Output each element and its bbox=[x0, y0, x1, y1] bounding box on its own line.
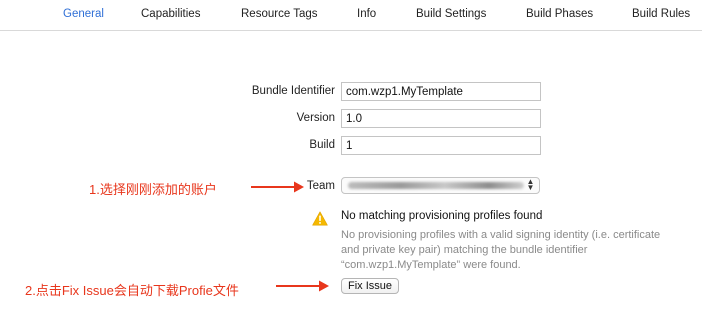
tab-build-rules[interactable]: Build Rules bbox=[632, 8, 690, 20]
version-label: Version bbox=[296, 112, 335, 124]
warning-triangle-icon bbox=[312, 211, 328, 226]
tab-bar: General Capabilities Resource Tags Info … bbox=[0, 0, 702, 31]
red-arrow-icon bbox=[276, 280, 329, 292]
bundle-identifier-field[interactable] bbox=[341, 82, 541, 101]
tab-info[interactable]: Info bbox=[357, 8, 376, 20]
team-select[interactable]: ▲ ▼ bbox=[341, 177, 540, 194]
warning-title: No matching provisioning profiles found bbox=[341, 210, 543, 222]
tab-build-phases[interactable]: Build Phases bbox=[526, 8, 593, 20]
annotation-step-1: 1.选择刚刚添加的账户 bbox=[89, 182, 217, 197]
tab-capabilities[interactable]: Capabilities bbox=[141, 8, 200, 20]
tab-general[interactable]: General bbox=[63, 8, 104, 20]
fix-issue-button[interactable]: Fix Issue bbox=[341, 278, 399, 294]
build-label: Build bbox=[309, 139, 335, 151]
red-arrow-icon bbox=[251, 181, 304, 193]
tab-build-settings[interactable]: Build Settings bbox=[416, 8, 486, 20]
tab-resource-tags[interactable]: Resource Tags bbox=[241, 8, 318, 20]
redacted-team-name bbox=[348, 182, 524, 189]
version-field[interactable] bbox=[341, 109, 541, 128]
warning-message: No provisioning profiles with a valid si… bbox=[341, 229, 661, 271]
build-field[interactable] bbox=[341, 136, 541, 155]
annotation-step-2: 2.点击Fix Issue会自动下载Profie文件 bbox=[25, 283, 239, 298]
bundle-identifier-label: Bundle Identifier bbox=[251, 85, 335, 97]
chevron-updown-icon: ▲ ▼ bbox=[526, 177, 535, 192]
